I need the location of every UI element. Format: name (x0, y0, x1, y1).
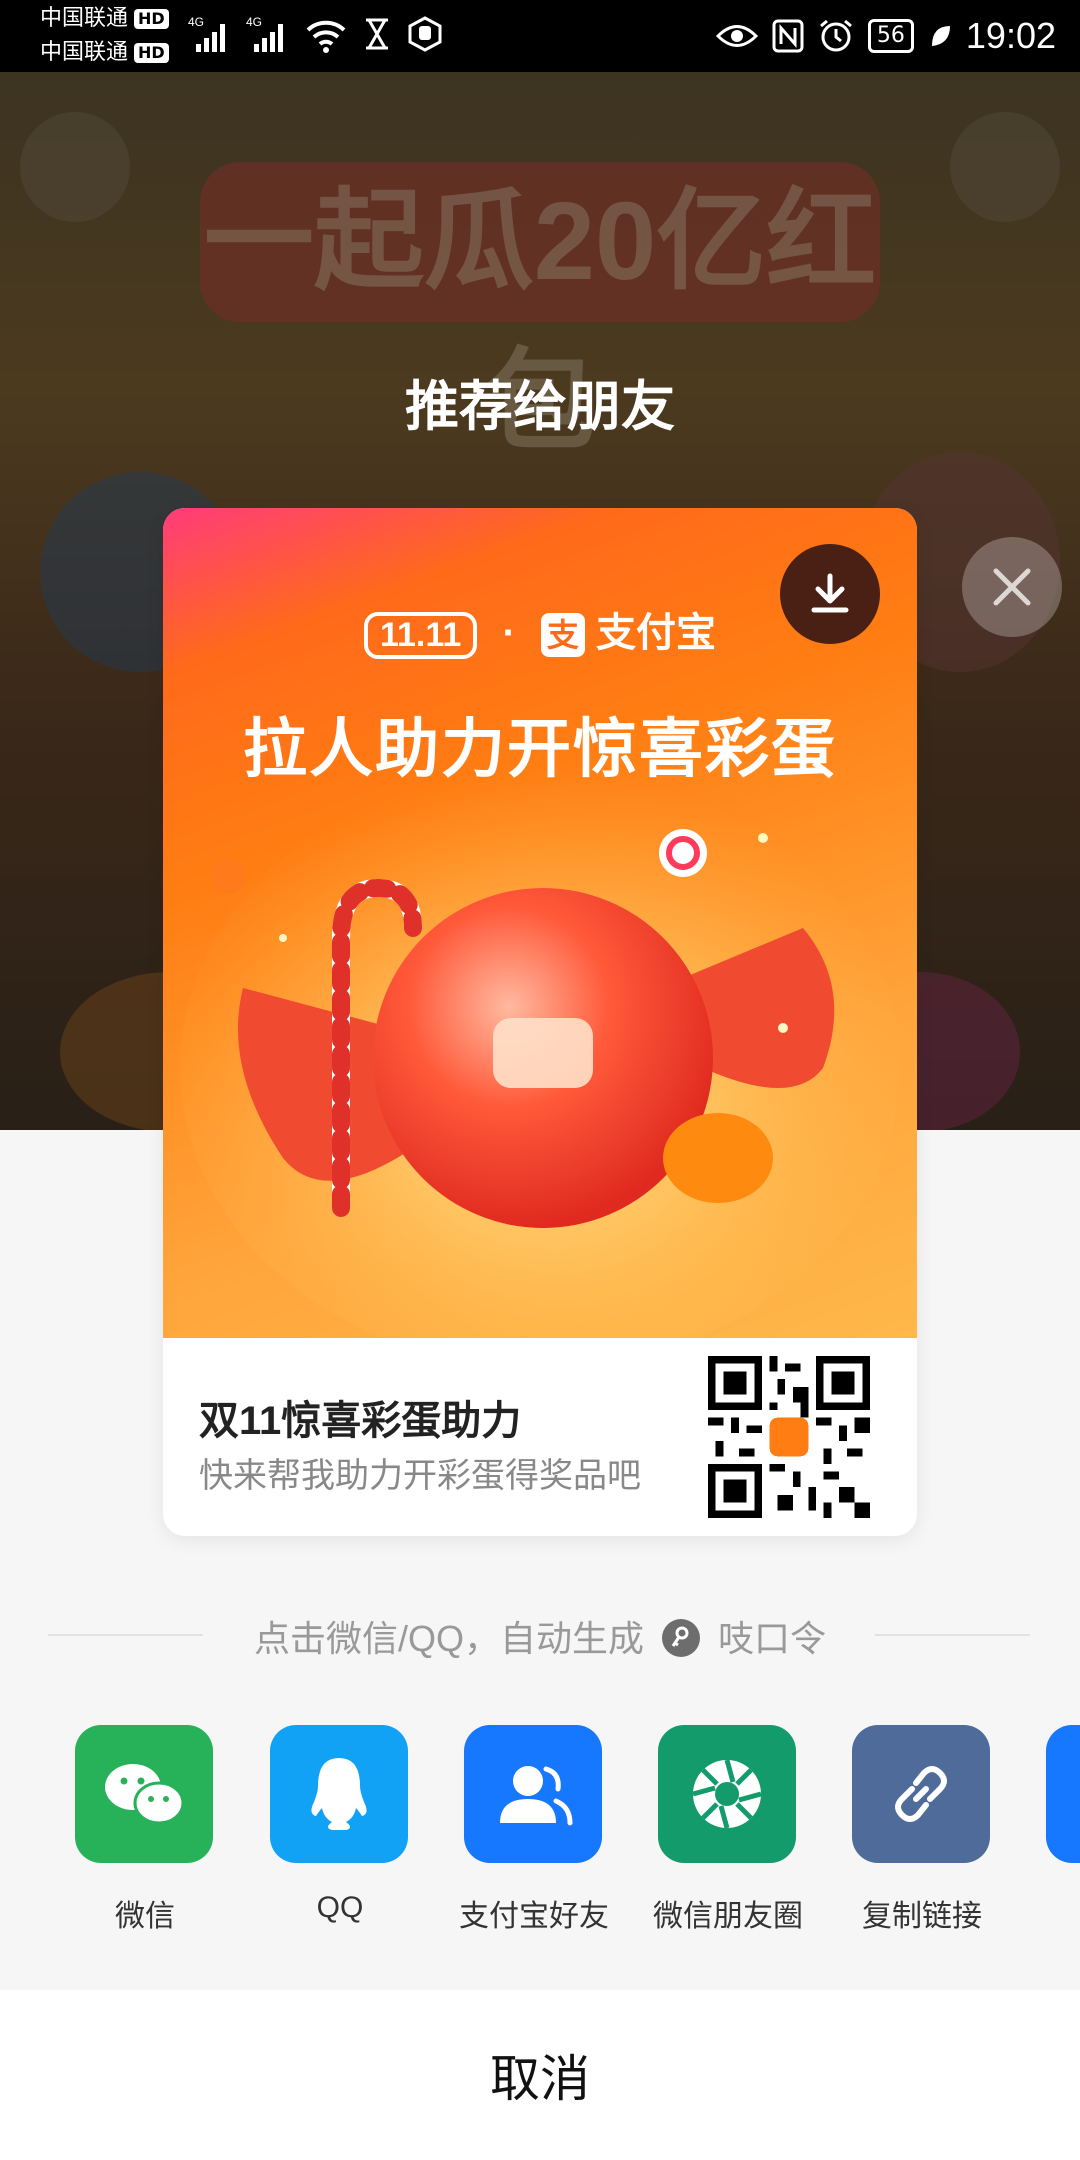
eye-icon (715, 25, 758, 47)
share-copy-link-label: 复制链接 (862, 1900, 982, 1933)
wifi-icon (306, 20, 346, 53)
alipay-friends-icon (464, 1725, 602, 1863)
share-wechat-moments-label: 微信朋友圈 (653, 1900, 803, 1933)
carrier-label-1: 中国联通 HD (40, 4, 169, 34)
share-copy-link[interactable]: 复制链接 (852, 1725, 992, 1935)
hint-text-before: 点击微信/QQ，自动生成 (253, 1618, 644, 1659)
cancel-label: 取消 (490, 2051, 590, 2107)
clock: 19:02 (965, 15, 1056, 56)
signal-icon: 4G (188, 15, 225, 52)
tmall-1111-logo: 11.11 (363, 612, 478, 659)
share-qq-label: QQ (316, 1891, 364, 1924)
download-icon (811, 573, 849, 613)
signal-icon-2: 4G (246, 15, 283, 52)
status-bar: 中国联通 HD 中国联通 HD 4G 4G 56 19:02 (0, 0, 1080, 72)
share-wechat[interactable]: 微信 (75, 1725, 215, 1935)
share-alipay-friends[interactable]: 支付宝好友 (459, 1725, 609, 1935)
share-qq[interactable]: QQ (270, 1725, 410, 1925)
share-more-partial[interactable] (1046, 1725, 1080, 1863)
alipay-brand-name: 支付宝 (596, 611, 717, 655)
alipay-logo-icon: 支 (540, 613, 585, 658)
close-button[interactable] (962, 537, 1062, 637)
nfc-icon (772, 19, 804, 53)
share-wechat-moments[interactable]: 微信朋友圈 (653, 1725, 803, 1935)
svg-text:4G: 4G (188, 15, 204, 29)
poster-card-title: 双11惊喜彩蛋助力 (199, 1399, 522, 1443)
key-icon (662, 1619, 700, 1657)
poster-image: 11.11 · 支 支付宝 拉人助力开惊喜彩蛋 (163, 508, 917, 1338)
alarm-icon (819, 19, 852, 52)
poster-headline: 拉人助力开惊喜彩蛋 (243, 713, 837, 785)
qq-icon (270, 1725, 408, 1863)
link-icon (852, 1725, 990, 1863)
wechat-moments-icon (658, 1725, 796, 1863)
share-wechat-label: 微信 (115, 1900, 175, 1933)
dialog-title: 推荐给朋友 (405, 377, 675, 437)
share-alipay-friends-label: 支付宝好友 (459, 1900, 609, 1933)
share-hint: 点击微信/QQ，自动生成 吱口令 (0, 1610, 1080, 1662)
leaf-icon (931, 26, 950, 46)
wechat-icon (75, 1725, 213, 1863)
svg-text:4G: 4G (246, 15, 262, 29)
hint-text-after: 吱口令 (718, 1618, 827, 1659)
download-button[interactable] (780, 544, 880, 644)
cancel-button[interactable]: 取消 (0, 1990, 1080, 2160)
close-icon (993, 568, 1031, 606)
battery-indicator: 56 (867, 19, 914, 53)
qr-code (708, 1356, 870, 1518)
carrier-label-2: 中国联通 HD (40, 38, 169, 68)
share-poster-card: 11.11 · 支 支付宝 拉人助力开惊喜彩蛋 双11惊喜彩蛋助力 快来帮我助力… (163, 508, 917, 1536)
hand-icon (408, 16, 442, 52)
poster-footer: 双11惊喜彩蛋助力 快来帮我助力开彩蛋得奖品吧 (163, 1338, 917, 1536)
poster-card-subtitle: 快来帮我助力开彩蛋得奖品吧 (199, 1457, 641, 1495)
hourglass-icon (366, 18, 388, 50)
